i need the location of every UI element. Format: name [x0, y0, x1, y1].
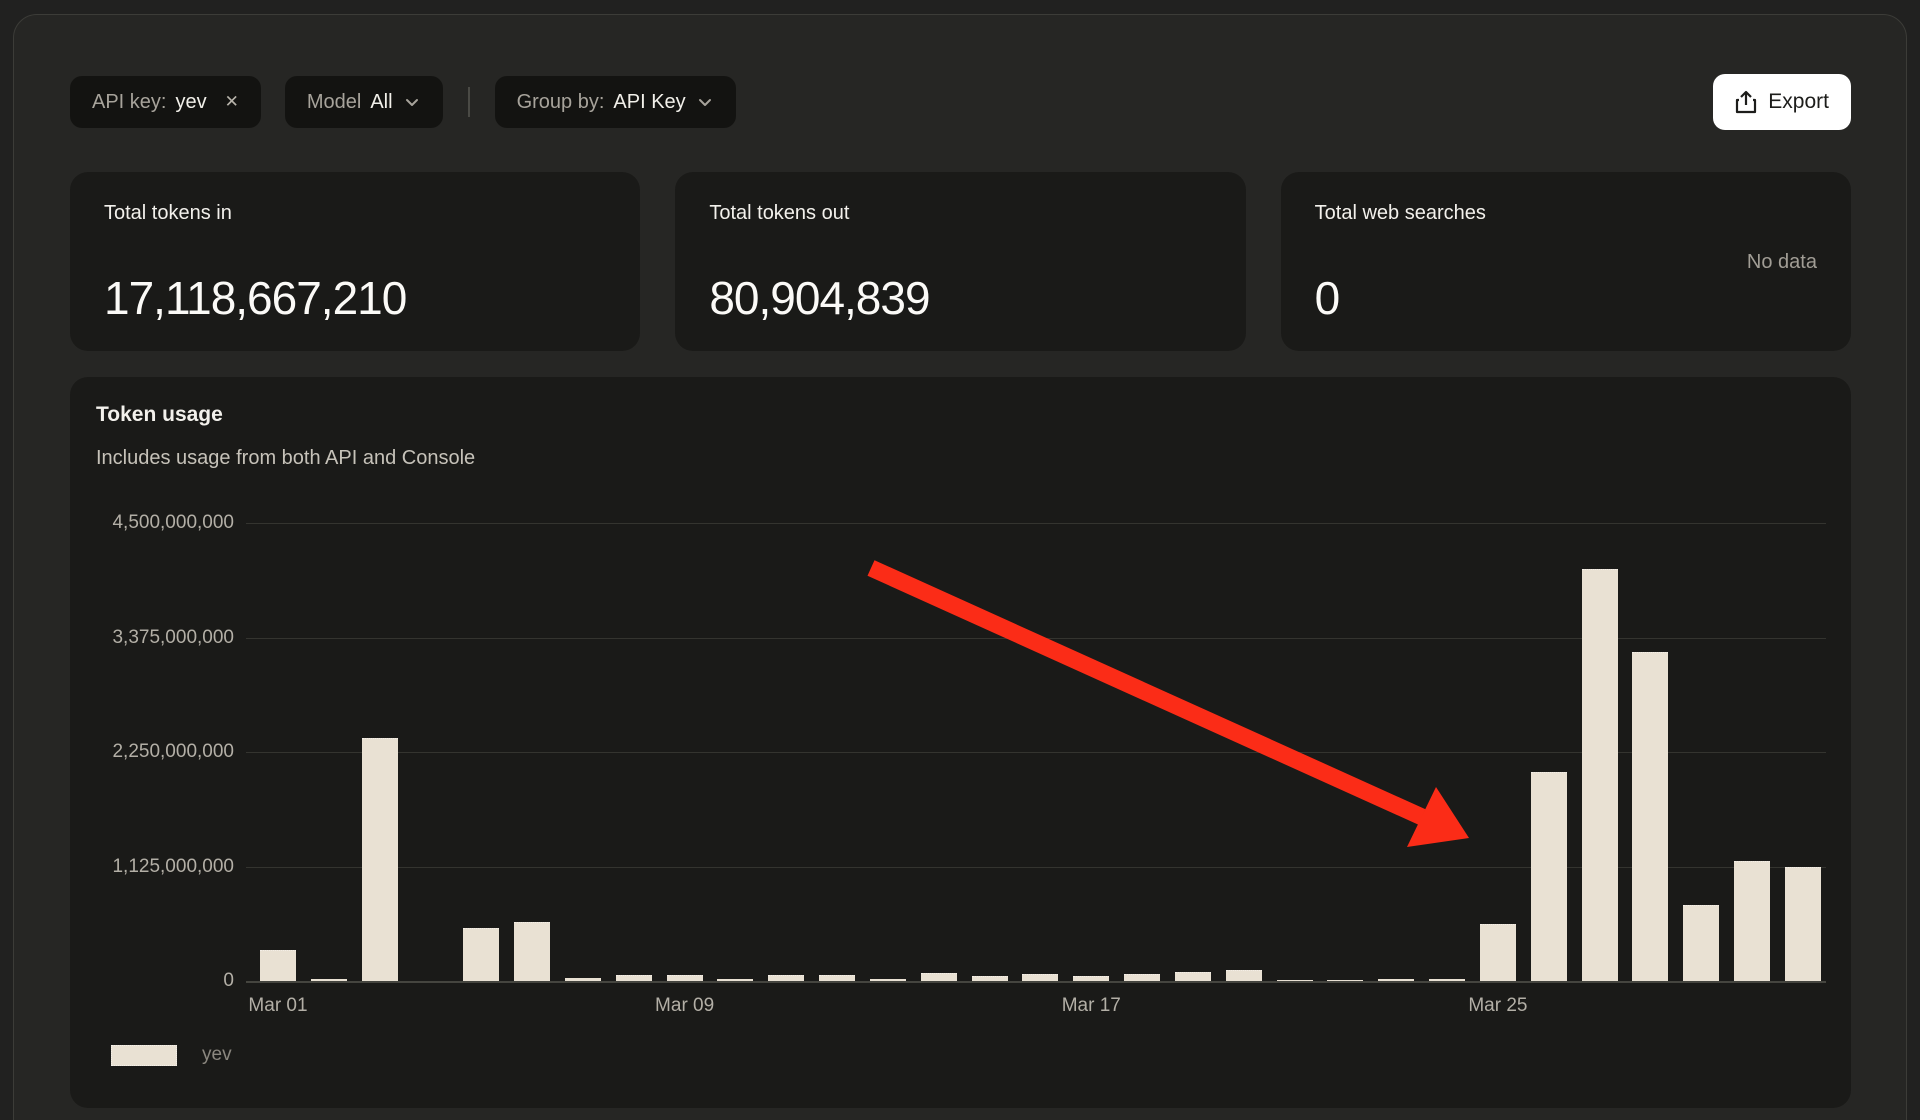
bar-mar-28[interactable]: [1632, 652, 1668, 981]
legend-swatch: [111, 1045, 177, 1066]
chevron-down-icon: [403, 93, 421, 111]
bar-mar-07[interactable]: [565, 978, 601, 981]
stat-value: 80,904,839: [709, 271, 929, 325]
group-by-filter-chip[interactable]: Group by: API Key: [495, 76, 736, 128]
bar-mar-26[interactable]: [1531, 772, 1567, 981]
stat-label: Total tokens in: [104, 202, 606, 225]
stat-card-web-searches: Total web searches No data 0: [1281, 172, 1851, 351]
stat-card-tokens-out: Total tokens out 80,904,839: [675, 172, 1245, 351]
bar-mar-03[interactable]: [362, 738, 398, 981]
bar-chart-plot: 0 1,125,000,000 2,250,000,000 3,375,000,000…: [70, 377, 1851, 1108]
filter-toolbar: API key: yev ✕ Model All Group by: API K…: [70, 74, 1851, 130]
bar-mar-19[interactable]: [1175, 972, 1211, 981]
bar-mar-22[interactable]: [1327, 980, 1363, 981]
export-button-label: Export: [1768, 90, 1829, 114]
bar-mar-05[interactable]: [463, 928, 499, 981]
bar-mar-17[interactable]: [1073, 976, 1109, 981]
bar-mar-30[interactable]: [1734, 861, 1770, 981]
model-filter-chip[interactable]: Model All: [285, 76, 443, 128]
y-tick-label: 0: [74, 970, 234, 992]
legend-label: yev: [202, 1044, 232, 1066]
group-by-chip-label: Group by:: [517, 91, 605, 114]
bar-mar-20[interactable]: [1226, 970, 1262, 981]
usage-dashboard: { "filters": { "api_key_chip": { "label"…: [0, 0, 1920, 1120]
api-key-filter-chip[interactable]: API key: yev ✕: [70, 76, 261, 128]
group-by-chip-value: API Key: [613, 91, 685, 114]
filter-chips: API key: yev ✕ Model All Group by: API K…: [70, 76, 736, 128]
model-chip-value: All: [370, 91, 392, 114]
x-tick-label: Mar 01: [248, 995, 307, 1017]
bar-mar-24[interactable]: [1429, 979, 1465, 981]
stat-value: 0: [1315, 271, 1340, 325]
bar-mar-06[interactable]: [514, 922, 550, 981]
stat-value: 17,118,667,210: [104, 271, 406, 325]
chart-legend: yev: [111, 1044, 232, 1066]
bar-mar-18[interactable]: [1124, 974, 1160, 981]
bar-mar-16[interactable]: [1022, 974, 1058, 981]
y-tick-label: 3,375,000,000: [74, 627, 234, 649]
remove-api-key-filter-icon[interactable]: ✕: [225, 92, 239, 112]
stat-card-tokens-in: Total tokens in 17,118,667,210: [70, 172, 640, 351]
stat-label: Total tokens out: [709, 202, 1211, 225]
chevron-down-icon: [696, 93, 714, 111]
no-data-note: No data: [1747, 251, 1817, 274]
api-key-chip-label: API key:: [92, 91, 166, 114]
bar-mar-08[interactable]: [616, 975, 652, 981]
bar-mar-01[interactable]: [260, 950, 296, 981]
y-tick-label: 4,500,000,000: [74, 512, 234, 534]
x-tick-label: Mar 09: [655, 995, 714, 1017]
y-tick-label: 2,250,000,000: [74, 741, 234, 763]
bar-mar-25[interactable]: [1480, 924, 1516, 981]
bar-mar-09[interactable]: [667, 975, 703, 981]
bar-mar-15[interactable]: [972, 976, 1008, 981]
x-axis-line: [246, 981, 1826, 983]
bar-mar-31[interactable]: [1785, 867, 1821, 981]
bar-mar-27[interactable]: [1582, 569, 1618, 981]
x-tick-label: Mar 25: [1468, 995, 1527, 1017]
bar-mar-12[interactable]: [819, 975, 855, 981]
y-tick-label: 1,125,000,000: [74, 856, 234, 878]
bar-mar-02[interactable]: [311, 979, 347, 981]
token-usage-chart-card: Token usage Includes usage from both API…: [70, 377, 1851, 1108]
x-tick-label: Mar 17: [1062, 995, 1121, 1017]
model-chip-label: Model: [307, 91, 361, 114]
bar-mar-11[interactable]: [768, 975, 804, 981]
stat-cards: Total tokens in 17,118,667,210 Total tok…: [70, 172, 1851, 351]
bar-mar-13[interactable]: [870, 979, 906, 981]
bar-mar-10[interactable]: [717, 979, 753, 981]
export-upload-icon: [1735, 90, 1757, 114]
dashboard-panel: API key: yev ✕ Model All Group by: API K…: [13, 14, 1907, 1120]
bar-mar-23[interactable]: [1378, 979, 1414, 981]
bar-mar-21[interactable]: [1277, 980, 1313, 981]
export-button[interactable]: Export: [1713, 74, 1851, 130]
gridline: [246, 523, 1826, 524]
filter-separator: [468, 87, 470, 117]
api-key-chip-value: yev: [175, 91, 206, 114]
bar-mar-14[interactable]: [921, 973, 957, 981]
bar-mar-29[interactable]: [1683, 905, 1719, 981]
stat-label: Total web searches: [1315, 202, 1817, 225]
